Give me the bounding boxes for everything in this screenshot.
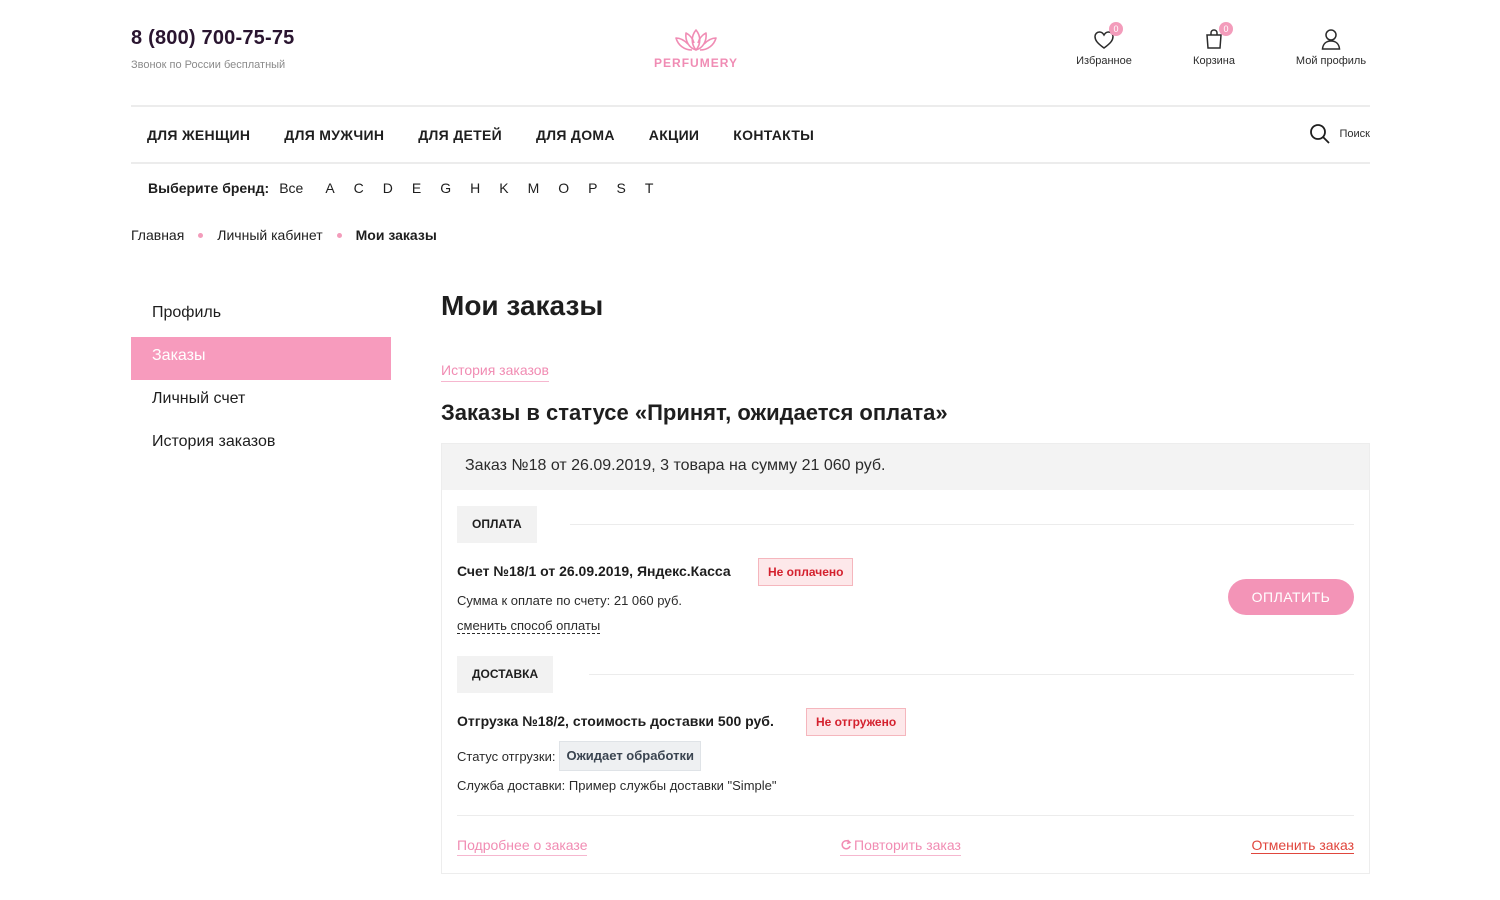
sidebar-item-account-balance[interactable]: Личный счет <box>131 380 391 423</box>
order-card: Заказ №18 от 26.09.2019, 3 товара на сум… <box>441 443 1370 874</box>
divider <box>457 815 1354 816</box>
brand-letter[interactable]: S <box>617 180 626 196</box>
breadcrumb-current: Мои заказы <box>355 227 437 243</box>
breadcrumb: Главная Личный кабинет Мои заказы <box>131 227 437 243</box>
search-button[interactable]: Поиск <box>1309 123 1370 145</box>
cancel-order-link[interactable]: Отменить заказ <box>1251 837 1354 854</box>
delivery-service: Служба доставки: Пример службы доставки … <box>457 778 777 793</box>
repeat-order-label: Повторить заказ <box>854 837 961 853</box>
nav-item-home[interactable]: ДЛЯ ДОМА <box>536 127 615 143</box>
change-payment-method-link[interactable]: сменить способ оплаты <box>457 618 601 634</box>
search-icon <box>1309 124 1330 144</box>
brand-letter[interactable]: M <box>528 180 540 196</box>
cart-label: Корзина <box>1193 55 1235 67</box>
payment-amount: Сумма к оплате по счету: 21 060 руб. <box>457 593 682 608</box>
phone-number[interactable]: 8 (800) 700-75-75 <box>131 27 295 50</box>
brand-letter[interactable]: P <box>588 180 597 196</box>
sidebar-item-order-history[interactable]: История заказов <box>131 423 391 466</box>
order-history-link[interactable]: История заказов <box>441 362 549 382</box>
brand-letter[interactable]: T <box>645 180 654 196</box>
divider <box>589 674 1354 675</box>
account-sidebar: Профиль Заказы Личный счет История заказ… <box>131 294 391 466</box>
favorites-count-badge: 0 <box>1109 22 1123 36</box>
breadcrumb-separator <box>198 232 204 238</box>
brand-letter[interactable]: E <box>412 180 421 196</box>
cart-button[interactable]: 0 Корзина <box>1186 22 1242 67</box>
nav-item-contacts[interactable]: КОНТАКТЫ <box>733 127 814 143</box>
breadcrumb-separator <box>336 232 342 238</box>
breadcrumb-account[interactable]: Личный кабинет <box>217 227 322 243</box>
order-details-link[interactable]: Подробнее о заказе <box>457 837 588 856</box>
logo-text: PERFUMERY <box>654 56 738 70</box>
brand-letter[interactable]: O <box>558 180 569 196</box>
nav-item-men[interactable]: ДЛЯ МУЖЧИН <box>284 127 384 143</box>
main-nav: ДЛЯ ЖЕНЩИН ДЛЯ МУЖЧИН ДЛЯ ДЕТЕЙ ДЛЯ ДОМА… <box>131 107 1370 163</box>
pay-button[interactable]: ОПЛАТИТЬ <box>1228 579 1354 615</box>
phone-note: Звонок по России бесплатный <box>131 59 286 71</box>
brand-letter[interactable]: C <box>354 180 364 196</box>
shipment-status-badge: Не отгружено <box>806 708 907 736</box>
order-summary: Заказ №18 от 26.09.2019, 3 товара на сум… <box>442 444 1369 490</box>
favorites-label: Избранное <box>1076 55 1132 67</box>
divider <box>570 524 1354 525</box>
brand-letter[interactable]: H <box>470 180 480 196</box>
search-label: Поиск <box>1339 128 1370 140</box>
profile-button[interactable]: Мой профиль <box>1291 24 1371 67</box>
repeat-order-link[interactable]: Повторить заказ <box>840 837 961 856</box>
cart-count-badge: 0 <box>1219 22 1233 36</box>
nav-item-kids[interactable]: ДЛЯ ДЕТЕЙ <box>418 127 502 143</box>
refresh-icon <box>841 839 852 850</box>
brand-letter[interactable]: G <box>440 180 451 196</box>
nav-item-sales[interactable]: АКЦИИ <box>649 127 700 143</box>
payment-status-badge: Не оплачено <box>758 558 854 586</box>
main-content: Мои заказы История заказов Заказы в стат… <box>441 290 1370 874</box>
breadcrumb-home[interactable]: Главная <box>131 227 184 243</box>
shipment-status-value: Ожидает обработки <box>559 741 701 771</box>
lotus-logo-icon <box>675 29 717 51</box>
profile-label: Мой профиль <box>1295 55 1367 67</box>
brand-filter: Выберите бренд: Все A C D E G H K M O P … <box>148 180 672 196</box>
divider <box>131 162 1370 164</box>
page-title: Мои заказы <box>441 290 604 321</box>
invoice-title: Счет №18/1 от 26.09.2019, Яндекс.Касса <box>457 563 731 579</box>
shipment-title: Отгрузка №18/2, стоимость доставки 500 р… <box>457 713 774 729</box>
delivery-section-tag: ДОСТАВКА <box>457 656 554 693</box>
sidebar-item-orders[interactable]: Заказы <box>131 337 391 380</box>
brand-filter-label: Выберите бренд: <box>148 180 270 196</box>
user-icon <box>1321 29 1341 50</box>
nav-item-women[interactable]: ДЛЯ ЖЕНЩИН <box>147 127 250 143</box>
brand-letter-all[interactable]: Все <box>279 180 303 196</box>
brand-letter[interactable]: K <box>499 180 508 196</box>
shipment-status-row: Статус отгрузки: Ожидает обработки <box>457 741 701 771</box>
brand-letter[interactable]: A <box>325 180 334 196</box>
favorites-button[interactable]: 0 Избранное <box>1072 22 1136 67</box>
brand-letter[interactable]: D <box>383 180 393 196</box>
logo[interactable]: PERFUMERY <box>650 26 742 70</box>
sidebar-item-profile[interactable]: Профиль <box>131 294 391 337</box>
shipment-status-label: Статус отгрузки: <box>457 748 556 764</box>
payment-section-tag: ОПЛАТА <box>457 506 537 543</box>
status-heading: Заказы в статусе «Принят, ожидается опла… <box>441 400 948 425</box>
